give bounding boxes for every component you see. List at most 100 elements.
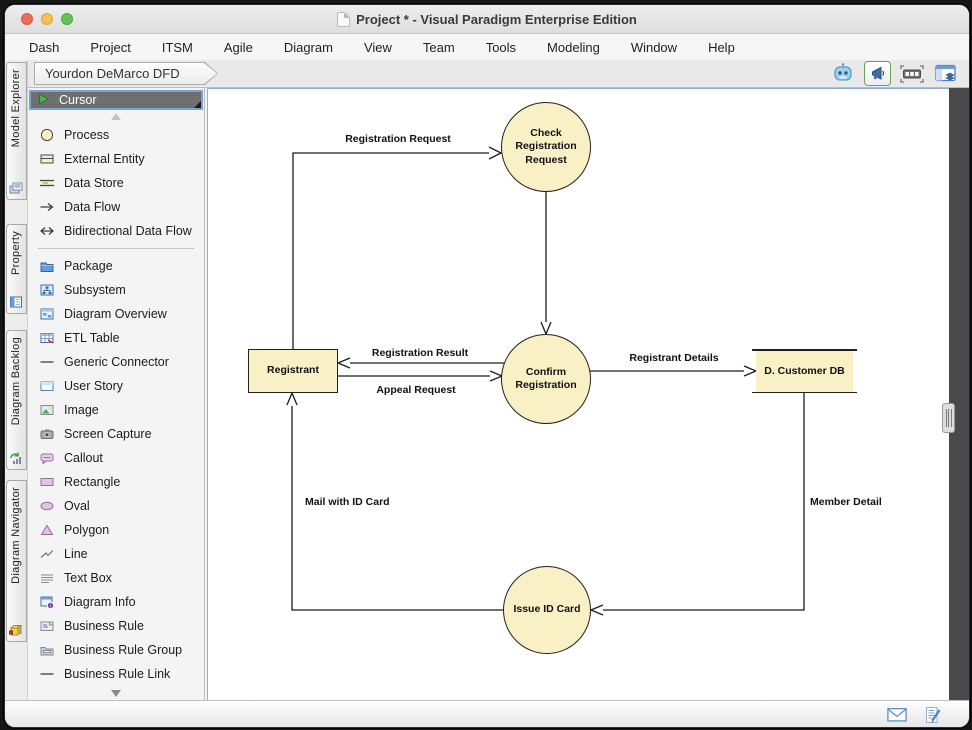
bot-icon[interactable] <box>830 62 856 86</box>
diagram-overview-icon <box>39 306 55 322</box>
palette-item-label: Line <box>64 547 88 561</box>
palette-item-package[interactable]: Package <box>28 254 204 278</box>
flow-label-registrant-details[interactable]: Registrant Details <box>629 352 718 364</box>
polygon-icon <box>39 522 55 538</box>
bidirectional-data-flow-icon <box>39 223 55 239</box>
process-issue-id-card[interactable]: Issue ID Card <box>503 566 591 654</box>
palette-item-bidirectional-data-flow[interactable]: Bidirectional Data Flow <box>28 219 204 243</box>
flow-label-registration-result[interactable]: Registration Result <box>372 347 468 359</box>
generic-connector-icon <box>39 354 55 370</box>
palette-item-data-store[interactable]: Data Store <box>28 171 204 195</box>
app-window: Project * - Visual Paradigm Enterprise E… <box>4 4 970 728</box>
palette-item-diagram-info[interactable]: iDiagram Info <box>28 590 204 614</box>
palette-scroll-up[interactable] <box>28 110 204 123</box>
mail-icon[interactable] <box>887 706 907 724</box>
side-tab-label: Property <box>10 231 22 275</box>
palette-scroll-down[interactable] <box>28 687 204 700</box>
flow-label-member-detail[interactable]: Member Detail <box>810 496 882 508</box>
flow-appeal-request[interactable] <box>338 371 502 381</box>
menu-item-team[interactable]: Team <box>423 40 455 55</box>
palette-item-image[interactable]: Image <box>28 398 204 422</box>
statusbar <box>5 700 969 728</box>
palette-item-data-flow[interactable]: Data Flow <box>28 195 204 219</box>
megaphone-icon[interactable] <box>864 61 891 86</box>
palette-item-line[interactable]: Line <box>28 542 204 566</box>
palette-item-label: Generic Connector <box>64 355 169 369</box>
flow-registration-result[interactable] <box>338 358 504 368</box>
process-check-registration-request[interactable]: Check Registration Request <box>501 102 591 192</box>
flow-check-to-confirm[interactable] <box>541 192 551 334</box>
palette-item-polygon[interactable]: Polygon <box>28 518 204 542</box>
palette-item-subsystem[interactable]: Subsystem <box>28 278 204 302</box>
menu-item-agile[interactable]: Agile <box>224 40 253 55</box>
palette-item-rectangle[interactable]: Rectangle <box>28 470 204 494</box>
flow-label-appeal-request[interactable]: Appeal Request <box>376 384 455 396</box>
menu-item-view[interactable]: View <box>364 40 392 55</box>
document-icon <box>337 12 350 27</box>
palette-group-dfd: Process External Entity Data Store Data Flo… <box>28 123 204 243</box>
palette-item-diagram-overview[interactable]: Diagram Overview <box>28 302 204 326</box>
menu-item-modeling[interactable]: Modeling <box>547 40 600 55</box>
palette-item-business-rule-group[interactable]: Business Rule Group <box>28 638 204 662</box>
storyboard-icon[interactable] <box>899 62 925 86</box>
palette-item-label: Package <box>64 259 113 273</box>
breadcrumb[interactable]: Yourdon DeMarco DFD <box>34 62 218 85</box>
diagram-navigator-icon <box>8 622 24 638</box>
menu-item-tools[interactable]: Tools <box>486 40 516 55</box>
palette-item-process[interactable]: Process <box>28 123 204 147</box>
etl-table-icon <box>39 330 55 346</box>
diagram-canvas[interactable]: Check Registration Request Confirm Regis… <box>207 88 949 700</box>
panel-resize-grip[interactable] <box>942 403 955 433</box>
palette-item-text-box[interactable]: Text Box <box>28 566 204 590</box>
menu-item-itsm[interactable]: ITSM <box>162 40 193 55</box>
side-tab-model-explorer[interactable]: Model Explorer <box>6 62 27 200</box>
flow-label-registration-request[interactable]: Registration Request <box>345 133 451 145</box>
palette-group-common: Package SubsystemDiagram Overview ETL Tabl… <box>28 254 204 686</box>
property-icon <box>8 294 24 310</box>
palette-item-label: Data Store <box>64 176 124 190</box>
side-tab-strip: Model Explorer Property Diagram Backlog Dia… <box>5 60 28 700</box>
palette-item-label: Screen Capture <box>64 427 152 441</box>
image-icon <box>39 402 55 418</box>
side-tab-property[interactable]: Property <box>6 224 27 314</box>
palette-item-business-rule-link[interactable]: Business Rule Link <box>28 662 204 686</box>
data-store-customer-db[interactable]: D. Customer DB <box>756 350 853 392</box>
menu-item-window[interactable]: Window <box>631 40 677 55</box>
flow-member-detail[interactable] <box>591 391 804 615</box>
palette-item-user-story[interactable]: User Story <box>28 374 204 398</box>
palette-item-etl-table[interactable]: ETL Table <box>28 326 204 350</box>
side-tab-diagram-backlog[interactable]: Diagram Backlog <box>6 330 27 470</box>
data-store-label: D. Customer DB <box>764 365 845 377</box>
business-rule-icon <box>39 618 55 634</box>
edit-document-icon[interactable] <box>923 706 943 724</box>
menu-item-diagram[interactable]: Diagram <box>284 40 333 55</box>
entity-label: Registrant <box>267 364 319 377</box>
panel-layout-icon[interactable] <box>933 62 959 86</box>
menu-item-help[interactable]: Help <box>708 40 735 55</box>
process-icon <box>39 127 55 143</box>
external-entity-registrant[interactable]: Registrant <box>248 349 338 393</box>
side-tab-diagram-navigator[interactable]: Diagram Navigator <box>6 480 27 642</box>
palette-item-business-rule[interactable]: Business Rule <box>28 614 204 638</box>
palette-item-cursor[interactable]: Cursor <box>29 90 203 110</box>
palette-item-label: ETL Table <box>64 331 120 345</box>
palette-item-screen-capture[interactable]: Screen Capture <box>28 422 204 446</box>
palette-item-generic-connector[interactable]: Generic Connector <box>28 350 204 374</box>
flow-registrant-details[interactable] <box>590 366 756 376</box>
palette-item-label: Oval <box>64 499 90 513</box>
menu-item-project[interactable]: Project <box>90 40 130 55</box>
palette-item-label: External Entity <box>64 152 145 166</box>
menu-item-dash[interactable]: Dash <box>29 40 59 55</box>
palette-item-external-entity[interactable]: External Entity <box>28 147 204 171</box>
palette-item-callout[interactable]: Callout <box>28 446 204 470</box>
palette-item-label: Rectangle <box>64 475 120 489</box>
flow-label-mail-with-id-card[interactable]: Mail with ID Card <box>305 496 390 508</box>
user-story-icon <box>39 378 55 394</box>
text-box-icon <box>39 570 55 586</box>
breadcrumb-label: Yourdon DeMarco DFD <box>35 63 217 84</box>
palette-item-label: Image <box>64 403 99 417</box>
palette-item-oval[interactable]: Oval <box>28 494 204 518</box>
flow-registration-request[interactable] <box>293 147 501 349</box>
process-confirm-registration[interactable]: Confirm Registration <box>501 334 591 424</box>
process-label: Check Registration Request <box>515 127 576 166</box>
